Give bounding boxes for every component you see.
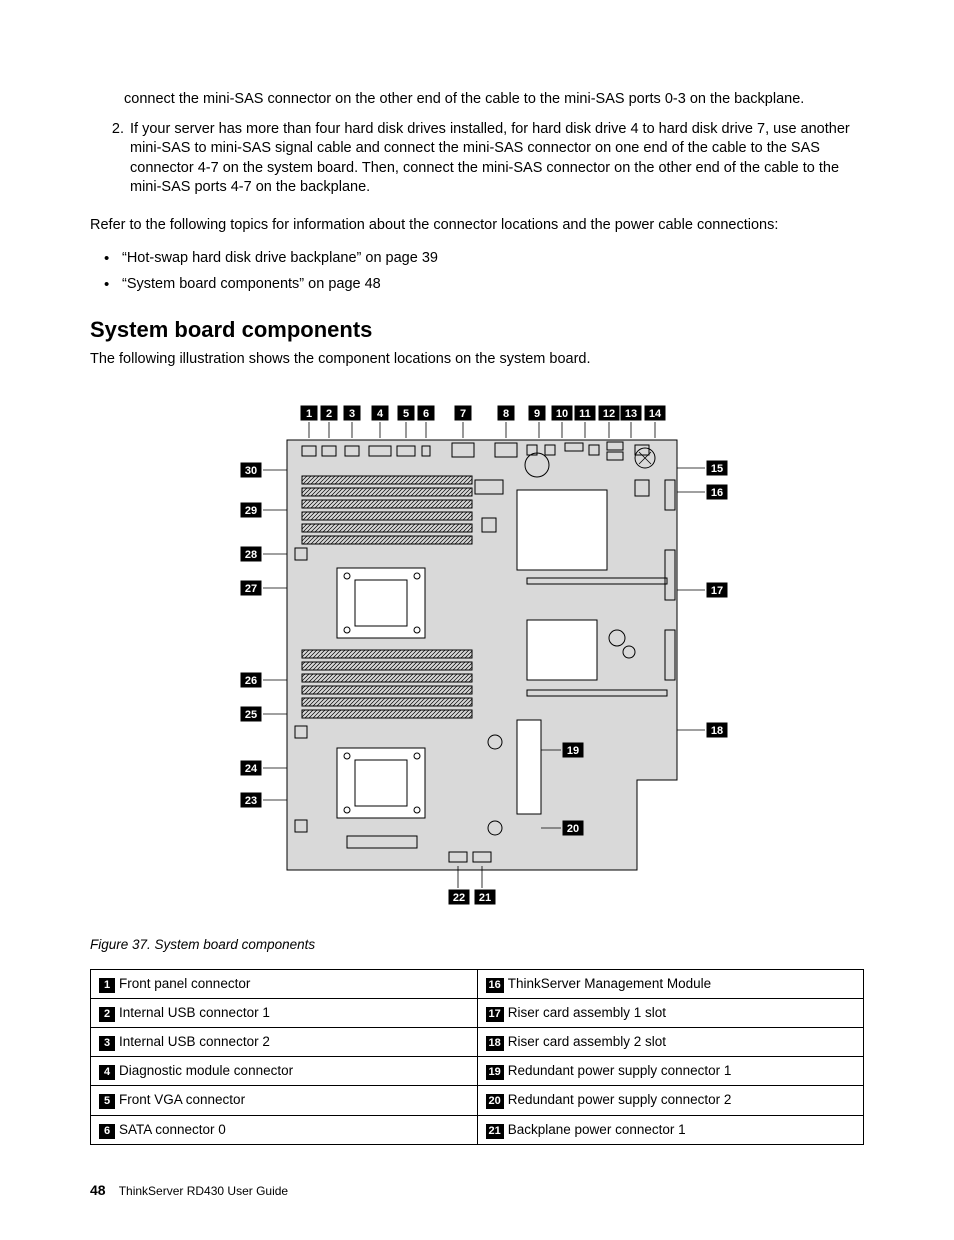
svg-text:30: 30 xyxy=(245,465,257,477)
svg-text:20: 20 xyxy=(567,823,579,835)
svg-text:23: 23 xyxy=(245,795,257,807)
legend-text: Diagnostic module connector xyxy=(119,1063,293,1078)
legend-text: SATA connector 0 xyxy=(119,1122,226,1137)
legend-text: Riser card assembly 1 slot xyxy=(508,1005,666,1020)
refer-paragraph: Refer to the following topics for inform… xyxy=(90,216,864,236)
legend-num: 3 xyxy=(99,1036,115,1051)
svg-text:3: 3 xyxy=(349,408,355,420)
legend-num: 17 xyxy=(486,1007,504,1022)
legend-num: 16 xyxy=(486,978,504,993)
refer-bullet-2: “System board components” on page 48 xyxy=(122,276,381,292)
svg-text:6: 6 xyxy=(423,408,429,420)
legend-text: Backplane power connector 1 xyxy=(508,1122,686,1137)
step-2-text: If your server has more than four hard d… xyxy=(130,121,850,196)
svg-text:22: 22 xyxy=(453,892,465,904)
legend-num: 5 xyxy=(99,1094,115,1109)
svg-text:27: 27 xyxy=(245,583,257,595)
table-row: 5 Front VGA connector 20 Redundant power su… xyxy=(91,1086,864,1115)
svg-text:2: 2 xyxy=(326,408,332,420)
table-row: 2 Internal USB connector 1 17 Riser card as… xyxy=(91,998,864,1027)
svg-text:28: 28 xyxy=(245,549,257,561)
legend-text: ThinkServer Management Module xyxy=(508,976,711,991)
svg-text:11: 11 xyxy=(579,408,591,420)
svg-text:12: 12 xyxy=(603,408,615,420)
svg-text:14: 14 xyxy=(649,408,662,420)
svg-text:17: 17 xyxy=(711,585,723,597)
svg-text:19: 19 xyxy=(567,745,579,757)
table-row: 6 SATA connector 0 21 Backplane power conne… xyxy=(91,1115,864,1144)
section-heading: System board components xyxy=(90,315,864,345)
svg-text:7: 7 xyxy=(460,408,466,420)
legend-num: 2 xyxy=(99,1007,115,1022)
table-row: 4 Diagnostic module connector 19 Redundant … xyxy=(91,1057,864,1086)
svg-text:10: 10 xyxy=(556,408,568,420)
system-board-figure: 1234567891011121314 15161718 30292827262… xyxy=(90,390,864,927)
refer-bullet-list: “Hot-swap hard disk drive backplane” on … xyxy=(90,249,864,294)
legend-text: Redundant power supply connector 1 xyxy=(508,1063,732,1078)
legend-num: 19 xyxy=(486,1065,504,1080)
legend-num: 1 xyxy=(99,978,115,993)
refer-bullet-1: “Hot-swap hard disk drive backplane” on … xyxy=(122,250,438,266)
book-title: ThinkServer RD430 User Guide xyxy=(119,1184,288,1198)
legend-text: Internal USB connector 1 xyxy=(119,1005,270,1020)
svg-text:24: 24 xyxy=(245,763,258,775)
legend-text: Internal USB connector 2 xyxy=(119,1034,270,1049)
svg-text:18: 18 xyxy=(711,725,723,737)
svg-text:9: 9 xyxy=(534,408,540,420)
legend-text: Front panel connector xyxy=(119,976,250,991)
numbered-steps: connect the mini-SAS connector on the ot… xyxy=(90,90,864,198)
section-intro: The following illustration shows the com… xyxy=(90,350,864,370)
svg-text:1: 1 xyxy=(306,408,312,420)
table-row: 1 Front panel connector 16 ThinkServer Mana… xyxy=(91,969,864,998)
legend-num: 20 xyxy=(486,1094,504,1109)
svg-text:16: 16 xyxy=(711,487,723,499)
figure-caption: Figure 37. System board components xyxy=(90,936,864,954)
legend-num: 6 xyxy=(99,1124,115,1139)
page-footer: 48 ThinkServer RD430 User Guide xyxy=(90,1181,864,1200)
svg-text:8: 8 xyxy=(503,408,509,420)
legend-num: 18 xyxy=(486,1036,504,1051)
svg-text:29: 29 xyxy=(245,505,257,517)
legend-text: Front VGA connector xyxy=(119,1092,245,1107)
svg-text:25: 25 xyxy=(245,709,257,721)
legend-num: 4 xyxy=(99,1065,115,1080)
table-row: 3 Internal USB connector 2 18 Riser card as… xyxy=(91,1027,864,1056)
step-1-continuation: connect the mini-SAS connector on the ot… xyxy=(124,91,804,107)
svg-text:4: 4 xyxy=(377,408,384,420)
svg-text:5: 5 xyxy=(403,408,409,420)
svg-text:26: 26 xyxy=(245,675,257,687)
page-number: 48 xyxy=(90,1182,106,1198)
legend-text: Riser card assembly 2 slot xyxy=(508,1034,666,1049)
svg-text:21: 21 xyxy=(479,892,491,904)
legend-text: Redundant power supply connector 2 xyxy=(508,1092,732,1107)
legend-num: 21 xyxy=(486,1124,504,1139)
svg-text:13: 13 xyxy=(625,408,637,420)
svg-text:15: 15 xyxy=(711,463,723,475)
component-legend-table: 1 Front panel connector 16 ThinkServer Mana… xyxy=(90,969,864,1145)
